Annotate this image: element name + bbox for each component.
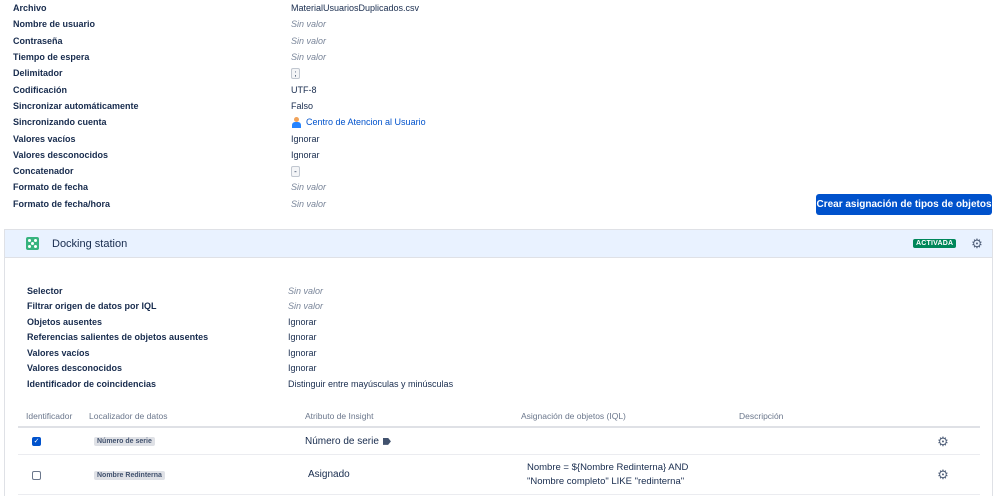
- setting-value: Ignorar: [288, 347, 317, 358]
- config-row-datetime-format: Formato de fecha/hora Sin valor: [13, 196, 513, 212]
- column-header-attribute: Atributo de Insight: [305, 411, 374, 421]
- label-tag-icon: [382, 437, 391, 445]
- setting-key: Valores desconocidos: [27, 363, 123, 374]
- insight-attribute: Número de serie: [305, 436, 391, 447]
- config-value: Centro de Atencion al Usuario: [291, 116, 426, 128]
- column-header-iql: Asignación de objetos (IQL): [521, 411, 626, 421]
- config-key: Tiempo de espera: [13, 52, 90, 63]
- table-row: Nombre Redinterna Asignado Nombre = ${No…: [18, 455, 980, 495]
- config-row-password: Contraseña Sin valor: [13, 33, 513, 49]
- config-value: Sin valor: [291, 198, 327, 209]
- status-badge: ACTIVADA: [913, 239, 957, 248]
- mapping-setting-row: Selector Sin valor: [27, 283, 627, 299]
- config-value: -: [291, 165, 300, 177]
- config-row-username: Nombre de usuario Sin valor: [13, 16, 513, 32]
- panel-settings-gear-icon[interactable]: ⚙: [971, 237, 983, 250]
- config-value: Sin valor: [291, 19, 327, 30]
- mapping-setting-row: Objetos ausentes Ignorar: [27, 314, 627, 330]
- column-header-description: Descripción: [739, 411, 784, 421]
- config-row-sync-account: Sincronizando cuenta Centro de Atencion …: [13, 114, 513, 130]
- object-type-icon: [26, 237, 39, 250]
- create-object-type-mapping-button[interactable]: Crear asignación de tipos de objetos: [816, 194, 992, 215]
- config-key: Codificación: [13, 84, 68, 95]
- config-value: Sin valor: [291, 52, 327, 63]
- config-row-date-format: Formato de fecha Sin valor: [13, 179, 513, 195]
- config-key: Valores desconocidos: [13, 149, 109, 160]
- config-row-unknown-values: Valores desconocidos Ignorar: [13, 147, 513, 163]
- config-key: Nombre de usuario: [13, 19, 96, 30]
- config-value: Ignorar: [291, 133, 320, 144]
- row-settings-gear-icon[interactable]: ⚙: [937, 435, 949, 448]
- row-settings-gear-icon[interactable]: ⚙: [937, 468, 949, 481]
- config-row-autosync: Sincronizar automáticamente Falso: [13, 98, 513, 114]
- table-row: ✓ Número de serie Número de serie ⚙: [18, 428, 980, 455]
- import-config-list: Archivo MaterialUsuariosDuplicados.csv N…: [13, 0, 513, 212]
- setting-key: Valores vacíos: [27, 347, 90, 358]
- config-key: Sincronizar automáticamente: [13, 100, 139, 111]
- config-value: MaterialUsuariosDuplicados.csv: [291, 3, 420, 14]
- identifier-checkbox[interactable]: ✓: [32, 437, 41, 446]
- data-locator-tag: Número de serie: [94, 437, 155, 446]
- column-header-identifier: Identificador: [26, 411, 73, 421]
- mapping-setting-row: Identificador de coincidencias Distingui…: [27, 376, 627, 392]
- config-row-encoding: Codificación UTF-8: [13, 81, 513, 97]
- setting-value: Distinguir entre mayúsculas y minúsculas: [288, 378, 454, 389]
- mapping-setting-row: Filtrar origen de datos por IQL Sin valo…: [27, 299, 627, 315]
- column-header-locator: Localizador de datos: [89, 411, 168, 421]
- iql-line: "Nombre completo" LIKE "redinterna": [527, 476, 685, 487]
- mapping-setting-row: Referencias salientes de objetos ausente…: [27, 330, 627, 346]
- setting-value: Ignorar: [288, 316, 317, 327]
- config-key: Delimitador: [13, 68, 63, 79]
- config-key: Concatenador: [13, 166, 74, 177]
- panel-header[interactable]: Docking station ACTIVADA ⚙: [5, 230, 992, 258]
- concatenator-chip: -: [291, 165, 300, 177]
- iql-line: Nombre = ${Nombre Redinterna} AND: [527, 462, 689, 473]
- config-value: UTF-8: [291, 84, 317, 95]
- setting-value: Ignorar: [288, 332, 317, 343]
- setting-key: Objetos ausentes: [27, 316, 103, 327]
- config-key: Formato de fecha: [13, 182, 89, 193]
- identifier-checkbox[interactable]: [32, 471, 41, 480]
- insight-attribute: Asignado: [308, 469, 350, 480]
- mapping-settings-list: Selector Sin valor Filtrar origen de dat…: [27, 283, 627, 392]
- config-row-delimiter: Delimitador ;: [13, 65, 513, 81]
- config-key: Sincronizando cuenta: [13, 117, 107, 128]
- panel-title: Docking station: [52, 238, 128, 250]
- attribute-mapping-table: Identificador Localizador de datos Atrib…: [18, 406, 980, 495]
- user-avatar-icon: [291, 116, 302, 128]
- object-type-mapping-panel: Docking station ACTIVADA ⚙ Selector Sin …: [4, 229, 993, 496]
- config-row-empty-values: Valores vacíos Ignorar: [13, 130, 513, 146]
- data-locator-tag: Nombre Redinterna: [94, 471, 165, 480]
- delimiter-chip: ;: [291, 67, 300, 79]
- setting-key: Referencias salientes de objetos ausente…: [27, 332, 209, 343]
- setting-value: Ignorar: [288, 363, 317, 374]
- config-value: Falso: [291, 100, 314, 111]
- setting-key: Filtrar origen de datos por IQL: [27, 301, 157, 312]
- table-header: Identificador Localizador de datos Atrib…: [18, 406, 980, 428]
- setting-key: Identificador de coincidencias: [27, 378, 157, 389]
- config-key: Contraseña: [13, 35, 63, 46]
- config-value: Sin valor: [291, 182, 327, 193]
- mapping-setting-row: Valores vacíos Ignorar: [27, 345, 627, 361]
- config-value: ;: [291, 67, 300, 79]
- config-row-timeout: Tiempo de espera Sin valor: [13, 49, 513, 65]
- config-key: Formato de fecha/hora: [13, 198, 111, 209]
- config-key: Archivo: [13, 3, 47, 14]
- config-value: Sin valor: [291, 35, 327, 46]
- setting-value: Sin valor: [288, 285, 324, 296]
- sync-account-link[interactable]: Centro de Atencion al Usuario: [306, 117, 426, 127]
- setting-key: Selector: [27, 285, 63, 296]
- config-row-concatenator: Concatenador -: [13, 163, 513, 179]
- setting-value: Sin valor: [288, 301, 324, 312]
- mapping-setting-row: Valores desconocidos Ignorar: [27, 361, 627, 377]
- object-mapping-iql: Nombre = ${Nombre Redinterna} AND "Nombr…: [527, 461, 688, 489]
- config-value: Ignorar: [291, 149, 320, 160]
- config-row-archivo: Archivo MaterialUsuariosDuplicados.csv: [13, 0, 513, 16]
- config-key: Valores vacíos: [13, 133, 76, 144]
